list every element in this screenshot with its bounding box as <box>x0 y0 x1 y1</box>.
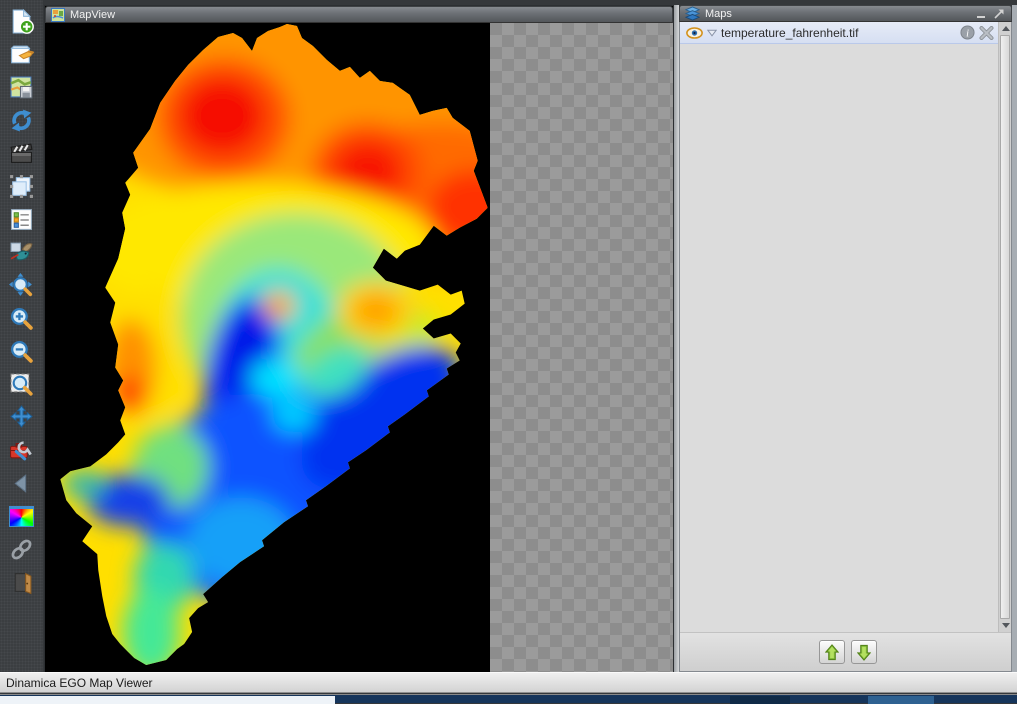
select-layers-button[interactable] <box>6 172 38 200</box>
status-text: Dinamica EGO Map Viewer <box>6 676 153 690</box>
move-layer-up-button[interactable] <box>819 640 845 664</box>
main-toolbar <box>0 0 43 672</box>
move-layer-down-button[interactable] <box>851 640 877 664</box>
exit-door-icon <box>8 570 35 595</box>
color-palette-button[interactable] <box>6 502 38 530</box>
svg-text:i: i <box>966 28 969 39</box>
refresh-icon <box>8 108 35 133</box>
layer-list-scrollbar[interactable] <box>998 22 1011 632</box>
select-layers-icon <box>8 174 35 199</box>
open-map-button[interactable] <box>6 40 38 68</box>
zoom-in-icon <box>8 306 35 331</box>
dinamica-ego-button[interactable] <box>6 238 38 266</box>
link-icon <box>8 537 35 562</box>
status-bar: Dinamica EGO Map Viewer <box>0 672 1017 693</box>
mapview-title: MapView <box>70 9 115 21</box>
maps-titlebar[interactable]: Maps <box>679 5 1012 22</box>
back-button[interactable] <box>6 469 38 497</box>
layers-icon <box>685 6 700 21</box>
layer-expander-icon[interactable] <box>707 29 717 37</box>
animation-icon <box>8 141 35 166</box>
tools-button[interactable] <box>6 436 38 464</box>
green-up-arrow-icon <box>825 644 839 661</box>
map-viewport[interactable] <box>45 23 673 672</box>
exit-button[interactable] <box>6 568 38 596</box>
scroll-up-icon <box>1002 26 1010 31</box>
maps-layer-list: temperature_fahrenheit.tif i <box>680 22 1011 632</box>
zoom-region-button[interactable] <box>6 370 38 398</box>
maps-panel: Maps temperature_fahrenheit.tif i <box>679 5 1012 672</box>
pan-button[interactable] <box>6 403 38 431</box>
mapview-panel: MapView <box>44 5 674 672</box>
layer-row[interactable]: temperature_fahrenheit.tif i <box>680 22 998 44</box>
float-arrow-icon <box>994 8 1005 19</box>
os-taskbar-edge <box>0 694 1017 703</box>
zoom-extent-button[interactable] <box>6 271 38 299</box>
new-map-button[interactable] <box>6 7 38 35</box>
tools-icon <box>8 438 35 463</box>
layer-order-footer <box>680 632 1011 671</box>
maps-title: Maps <box>705 8 732 20</box>
new-map-icon <box>8 9 35 34</box>
window-right-edge <box>1012 5 1017 672</box>
back-arrow-icon <box>8 471 35 496</box>
minimize-button[interactable] <box>975 8 988 19</box>
zoom-region-icon <box>8 372 35 397</box>
layer-filename: temperature_fahrenheit.tif <box>721 26 956 40</box>
scroll-up-button[interactable] <box>999 22 1011 35</box>
hummingbird-icon <box>8 240 35 265</box>
save-map-button[interactable] <box>6 73 38 101</box>
green-down-arrow-icon <box>857 644 871 661</box>
scroll-down-button[interactable] <box>999 619 1011 632</box>
mapview-icon <box>51 8 65 22</box>
refresh-button[interactable] <box>6 106 38 134</box>
save-map-icon <box>8 75 35 100</box>
scrollbar-thumb[interactable] <box>1000 35 1010 619</box>
transparent-canvas-area <box>490 23 673 672</box>
legend-icon <box>8 207 35 232</box>
legend-button[interactable] <box>6 205 38 233</box>
link-button[interactable] <box>6 535 38 563</box>
layer-remove-button[interactable] <box>979 26 994 40</box>
zoom-extent-icon <box>8 273 35 298</box>
layer-info-button[interactable]: i <box>960 25 975 40</box>
visibility-eye-icon[interactable] <box>686 27 703 39</box>
color-palette-icon <box>9 506 34 527</box>
mapview-titlebar[interactable]: MapView <box>45 6 673 23</box>
pan-icon <box>8 405 35 430</box>
animation-button[interactable] <box>6 139 38 167</box>
open-map-icon <box>8 42 35 67</box>
zoom-out-icon <box>8 339 35 364</box>
minimize-icon <box>977 10 986 19</box>
scroll-down-icon <box>1002 623 1010 628</box>
float-button[interactable] <box>993 8 1006 19</box>
temperature-raster <box>46 23 490 672</box>
zoom-in-button[interactable] <box>6 304 38 332</box>
zoom-out-button[interactable] <box>6 337 38 365</box>
